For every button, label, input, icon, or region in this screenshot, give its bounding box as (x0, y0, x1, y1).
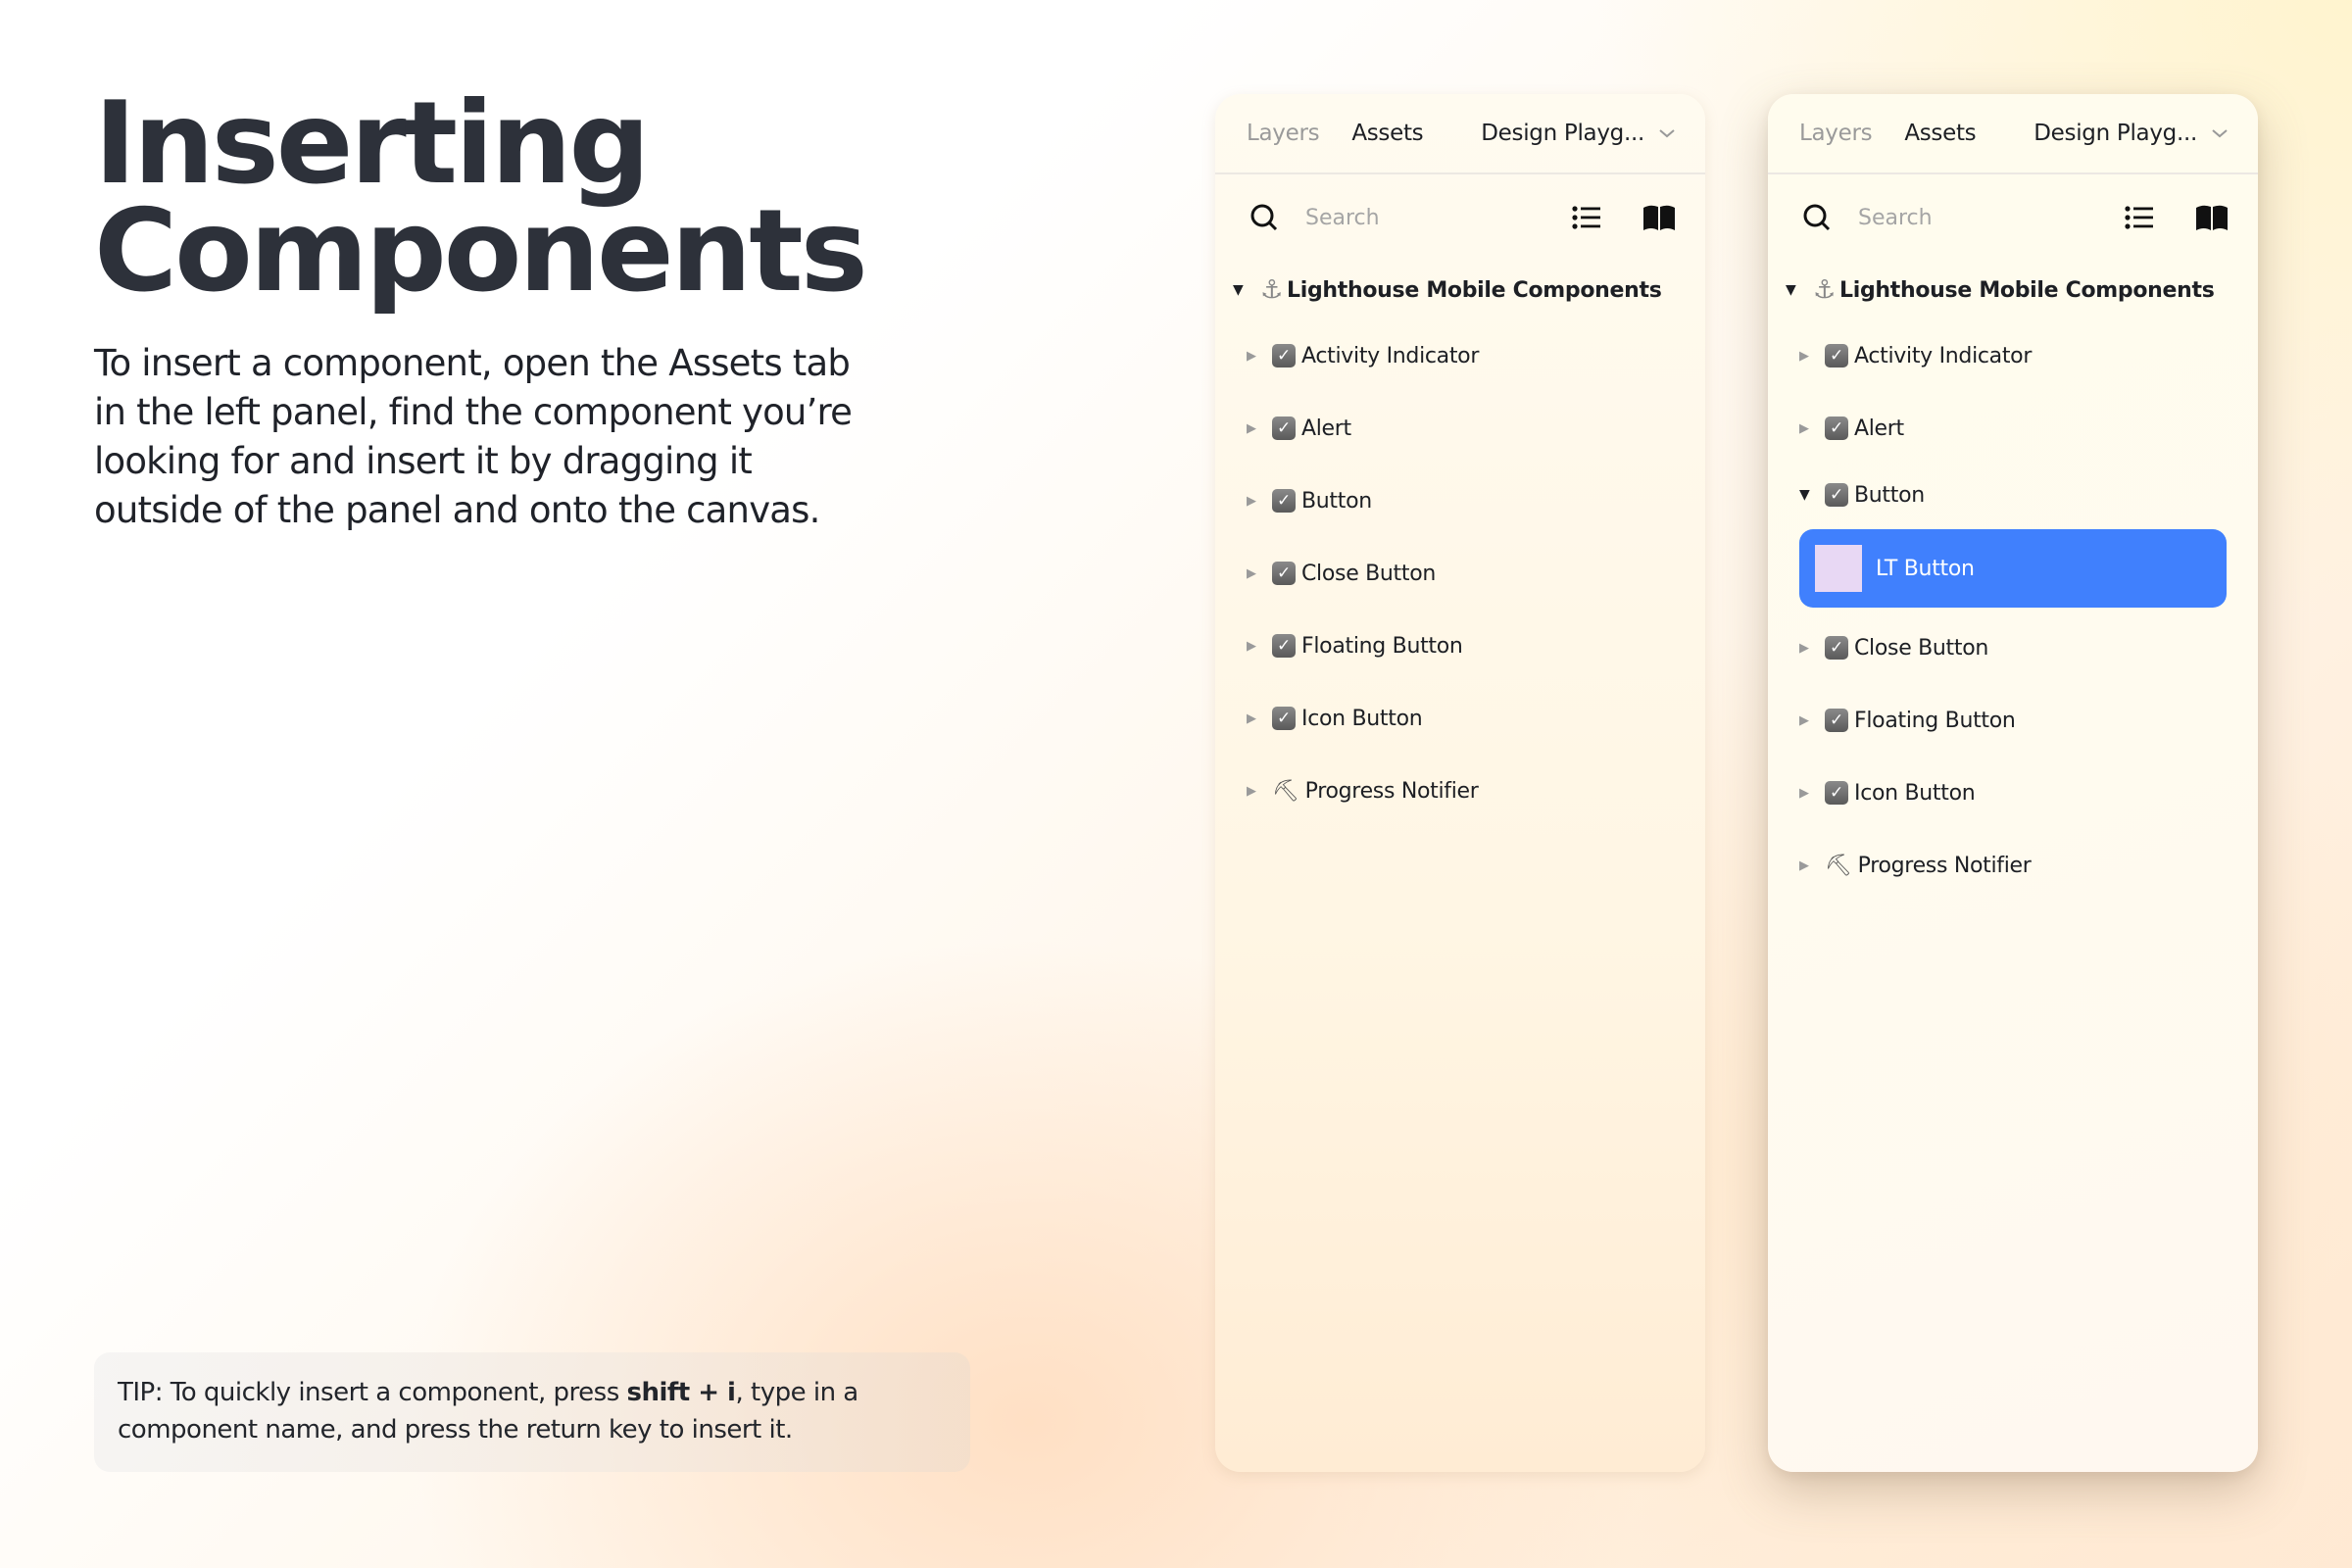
chevron-down-icon (2212, 129, 2228, 138)
caret-right-icon[interactable]: ▶ (1799, 349, 1821, 364)
caret-right-icon[interactable]: ▶ (1799, 713, 1821, 728)
search-input[interactable] (1856, 204, 2076, 231)
checkbox-icon: ✓ (1825, 781, 1848, 805)
component-item[interactable]: ▶ ✓ Close Button (1768, 612, 2258, 684)
tip-box: TIP: To quickly insert a component, pres… (94, 1352, 970, 1472)
component-item[interactable]: ▶ ✓ Icon Button (1215, 682, 1705, 755)
component-item[interactable]: ▶ ✓ Activity Indicator (1768, 319, 2258, 392)
caret-right-icon[interactable]: ▶ (1799, 786, 1821, 801)
description: To insert a component, open the Assets t… (94, 342, 853, 531)
checkbox-icon: ✓ (1272, 707, 1296, 730)
tip-shortcut: shift + i (626, 1378, 736, 1407)
component-item[interactable]: ▶ ✓ Icon Button (1768, 757, 2258, 829)
caret-right-icon[interactable]: ▶ (1247, 784, 1268, 799)
panel-header: Layers Assets Design Playg... (1215, 94, 1705, 174)
selected-component-label: LT Button (1876, 556, 1975, 581)
anchor-icon: ⚓ (1813, 275, 1837, 305)
component-label: Close Button (1854, 635, 1989, 661)
component-item[interactable]: ▶ ✓ Close Button (1215, 537, 1705, 610)
checkbox-icon: ✓ (1272, 416, 1296, 440)
component-item[interactable]: ▶ ✓ Alert (1768, 392, 2258, 465)
library-name: Lighthouse Mobile Components (1287, 277, 1662, 303)
component-label: Icon Button (1301, 706, 1423, 731)
component-label: Activity Indicator (1301, 343, 1480, 368)
component-label: Button (1301, 488, 1372, 514)
document-selector[interactable]: Design Playg... (2034, 121, 2229, 146)
document-name: Design Playg... (2034, 121, 2197, 146)
component-thumbnail (1815, 545, 1862, 592)
tab-layers[interactable]: Layers (1247, 121, 1320, 146)
library-root[interactable]: ▼ ⚓ Lighthouse Mobile Components (1768, 261, 2258, 319)
caret-right-icon[interactable]: ▶ (1247, 494, 1268, 509)
selected-component-variant[interactable]: LT Button (1799, 529, 2227, 608)
library-book-icon[interactable] (1642, 204, 1676, 231)
component-label: Floating Button (1301, 633, 1463, 659)
component-item[interactable]: ▼ ✓ Button (1768, 465, 2258, 525)
component-label: Icon Button (1854, 780, 1976, 806)
library-name: Lighthouse Mobile Components (1839, 277, 2215, 303)
component-label: Alert (1301, 416, 1351, 441)
caret-right-icon[interactable]: ▶ (1247, 349, 1268, 364)
checkbox-icon: ✓ (1825, 483, 1848, 507)
checkbox-icon: ✓ (1825, 416, 1848, 440)
caret-down-icon[interactable]: ▼ (1786, 282, 1807, 298)
caret-right-icon[interactable]: ▶ (1799, 858, 1821, 873)
assets-panel-expanded: Layers Assets Design Playg... ▼ ⚓ Lighth… (1768, 94, 2258, 1472)
tip-prefix: TIP: To quickly insert a component, pres… (118, 1378, 627, 1407)
list-view-icon[interactable] (1572, 205, 1601, 230)
tab-layers[interactable]: Layers (1799, 121, 1873, 146)
checkbox-icon: ✓ (1272, 562, 1296, 585)
search-input[interactable] (1303, 204, 1523, 231)
assets-panel-collapsed: Layers Assets Design Playg... ▼ ⚓ Lighth… (1215, 94, 1705, 1472)
component-item[interactable]: ▶ ⛏ Progress Notifier (1215, 755, 1705, 827)
component-item[interactable]: ▶ ⛏ Progress Notifier (1768, 829, 2258, 902)
component-item[interactable]: ▶ ✓ Button (1215, 465, 1705, 537)
title-line-2: Components (94, 185, 868, 318)
search-row (1768, 174, 2258, 261)
caret-right-icon[interactable]: ▶ (1247, 421, 1268, 436)
chevron-down-icon (1659, 129, 1675, 138)
caret-right-icon[interactable]: ▶ (1247, 566, 1268, 581)
caret-down-icon[interactable]: ▼ (1799, 487, 1821, 503)
caret-down-icon[interactable]: ▼ (1233, 282, 1254, 298)
caret-right-icon[interactable]: ▶ (1799, 421, 1821, 436)
library-book-icon[interactable] (2195, 204, 2229, 231)
anchor-icon: ⚓ (1260, 275, 1284, 305)
checkbox-icon: ✓ (1272, 634, 1296, 658)
page-title: Inserting Components (94, 87, 976, 309)
component-item[interactable]: ▶ ✓ Activity Indicator (1215, 319, 1705, 392)
checkbox-icon: ✓ (1825, 636, 1848, 660)
library-root[interactable]: ▼ ⚓ Lighthouse Mobile Components (1215, 261, 1705, 319)
checkbox-icon: ✓ (1272, 489, 1296, 513)
hammer-icon: ⛏ (1272, 778, 1299, 804)
component-item[interactable]: ▶ ✓ Floating Button (1768, 684, 2258, 757)
component-label: Alert (1854, 416, 1904, 441)
document-name: Design Playg... (1481, 121, 1644, 146)
component-item[interactable]: ▶ ✓ Alert (1215, 392, 1705, 465)
checkbox-icon: ✓ (1272, 344, 1296, 368)
caret-right-icon[interactable]: ▶ (1247, 711, 1268, 726)
intro-section: Inserting Components To insert a compone… (94, 87, 976, 535)
tab-assets[interactable]: Assets (1904, 121, 1976, 146)
component-label: Activity Indicator (1854, 343, 2033, 368)
tab-assets[interactable]: Assets (1351, 121, 1423, 146)
hammer-icon: ⛏ (1825, 853, 1852, 878)
component-label: Progress Notifier (1857, 853, 2032, 878)
component-label: Progress Notifier (1304, 778, 1479, 804)
caret-right-icon[interactable]: ▶ (1799, 641, 1821, 656)
search-icon[interactable] (1249, 202, 1280, 233)
component-label: Close Button (1301, 561, 1437, 586)
search-icon[interactable] (1801, 202, 1833, 233)
document-selector[interactable]: Design Playg... (1481, 121, 1676, 146)
component-label: Floating Button (1854, 708, 2016, 733)
search-row (1215, 174, 1705, 261)
panel-header: Layers Assets Design Playg... (1768, 94, 2258, 174)
list-view-icon[interactable] (2125, 205, 2154, 230)
checkbox-icon: ✓ (1825, 709, 1848, 732)
component-label: Button (1854, 482, 1925, 508)
component-item[interactable]: ▶ ✓ Floating Button (1215, 610, 1705, 682)
checkbox-icon: ✓ (1825, 344, 1848, 368)
caret-right-icon[interactable]: ▶ (1247, 639, 1268, 654)
